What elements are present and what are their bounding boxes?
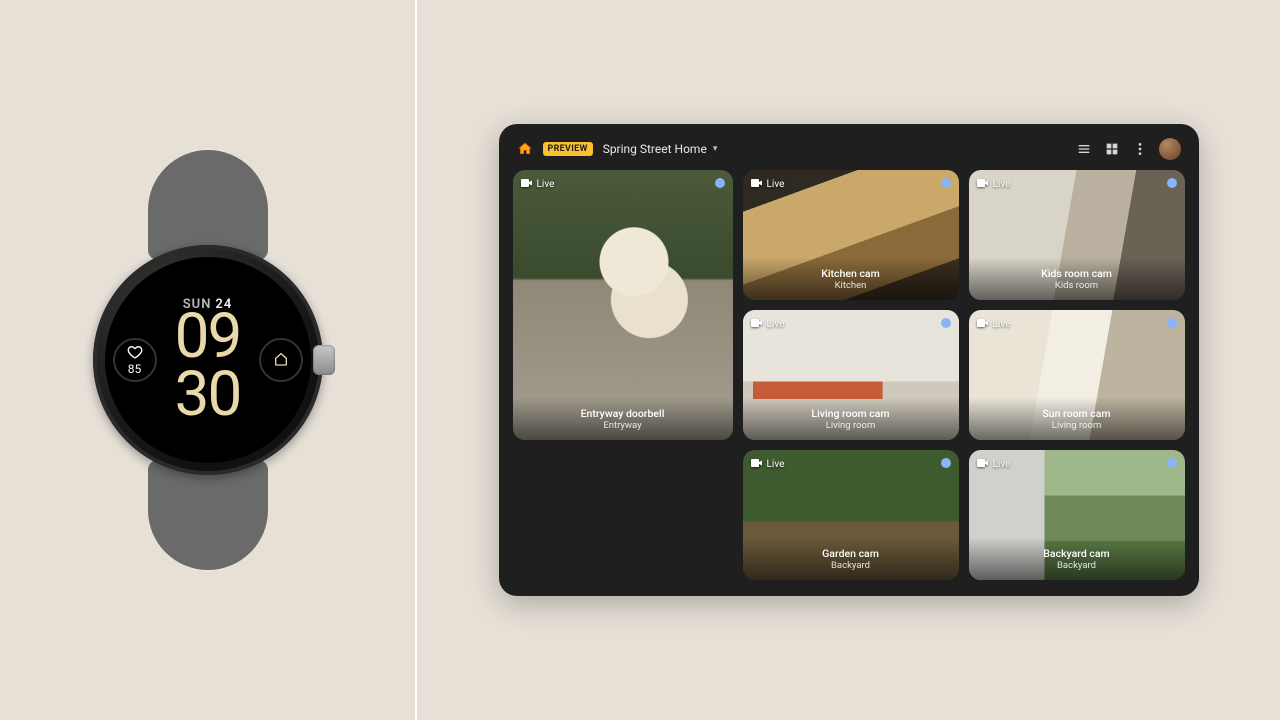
camera-icon [751,318,763,331]
live-label: Live [993,459,1011,470]
camera-tile-kitchen[interactable]: Live Kitchen cam Kitchen [743,170,959,300]
status-dot [941,458,951,468]
live-label: Live [767,459,785,470]
camera-room: Living room [751,420,951,432]
camera-tile-sun-room[interactable]: Live Sun room cam Living room [969,310,1185,440]
live-label: Live [767,179,785,190]
status-dot [941,318,951,328]
camera-tile-living-room[interactable]: Live Living room cam Living room [743,310,959,440]
live-label: Live [993,179,1011,190]
camera-caption: Sun room cam Living room [969,397,1185,440]
camera-tile-entryway[interactable]: Live Entryway doorbell Entryway [513,170,733,440]
camera-caption: Kitchen cam Kitchen [743,257,959,300]
camera-room: Backyard [977,560,1177,572]
live-indicator: Live [751,318,785,331]
list-view-button[interactable] [1075,140,1093,158]
camera-tile-garden[interactable]: Live Garden cam Backyard [743,450,959,580]
live-indicator: Live [977,318,1011,331]
camera-icon [521,178,533,191]
camera-name: Kitchen cam [751,267,951,280]
heart-icon [127,344,143,363]
camera-icon [751,178,763,191]
status-dot [1167,458,1177,468]
watch-crown[interactable] [313,345,335,375]
camera-icon [977,318,989,331]
account-avatar[interactable] [1159,138,1181,160]
watch-face[interactable]: SUN24 09 30 85 [105,257,311,463]
camera-name: Living room cam [751,407,951,420]
watch-case: SUN24 09 30 85 [93,245,323,475]
status-dot [715,178,725,188]
camera-name: Backyard cam [977,547,1177,560]
camera-caption: Garden cam Backyard [743,537,959,580]
home-complication[interactable] [259,338,303,382]
camera-tile-backyard[interactable]: Live Backyard cam Backyard [969,450,1185,580]
heart-rate-complication[interactable]: 85 [113,338,157,382]
live-label: Live [767,319,785,330]
live-indicator: Live [751,458,785,471]
camera-caption: Living room cam Living room [743,397,959,440]
camera-name: Garden cam [751,547,951,560]
home-name: Spring Street Home [603,142,707,156]
camera-caption: Entryway doorbell Entryway [513,397,733,440]
preview-badge: PREVIEW [543,142,593,156]
live-indicator: Live [977,178,1011,191]
chevron-down-icon: ▾ [713,144,718,154]
camera-room: Kids room [977,280,1177,292]
live-indicator: Live [751,178,785,191]
camera-caption: Kids room cam Kids room [969,257,1185,300]
camera-icon [751,458,763,471]
camera-name: Kids room cam [977,267,1177,280]
camera-tile-kids-room[interactable]: Live Kids room cam Kids room [969,170,1185,300]
home-dashboard: PREVIEW Spring Street Home ▾ [499,124,1199,596]
more-menu-button[interactable] [1131,140,1149,158]
status-dot [1167,318,1177,328]
home-selector[interactable]: Spring Street Home ▾ [603,142,718,156]
dashboard-header: PREVIEW Spring Street Home ▾ [513,136,1185,170]
camera-name: Entryway doorbell [521,407,725,420]
smartwatch: SUN24 09 30 85 [103,150,313,570]
camera-name: Sun room cam [977,407,1177,420]
camera-room: Entryway [521,420,725,432]
live-label: Live [993,319,1011,330]
grid-view-button[interactable] [1103,140,1121,158]
heart-rate-value: 85 [128,362,142,376]
camera-caption: Backyard cam Backyard [969,537,1185,580]
camera-icon [977,458,989,471]
camera-room: Living room [977,420,1177,432]
live-indicator: Live [977,458,1011,471]
live-label: Live [537,179,555,190]
google-home-logo-icon [517,141,533,157]
live-indicator: Live [521,178,555,191]
watch-strap-top [148,150,268,260]
camera-grid: Live Entryway doorbell Entryway Live [513,170,1185,580]
watch-strap-bottom [148,460,268,570]
home-icon [273,351,289,370]
camera-room: Backyard [751,560,951,572]
watch-minute: 30 [175,366,241,423]
dashboard-panel: PREVIEW Spring Street Home ▾ [417,0,1280,720]
watch-panel: SUN24 09 30 85 [0,0,415,720]
camera-room: Kitchen [751,280,951,292]
status-dot [941,178,951,188]
status-dot [1167,178,1177,188]
watch-time: 09 30 [175,308,241,422]
camera-icon [977,178,989,191]
